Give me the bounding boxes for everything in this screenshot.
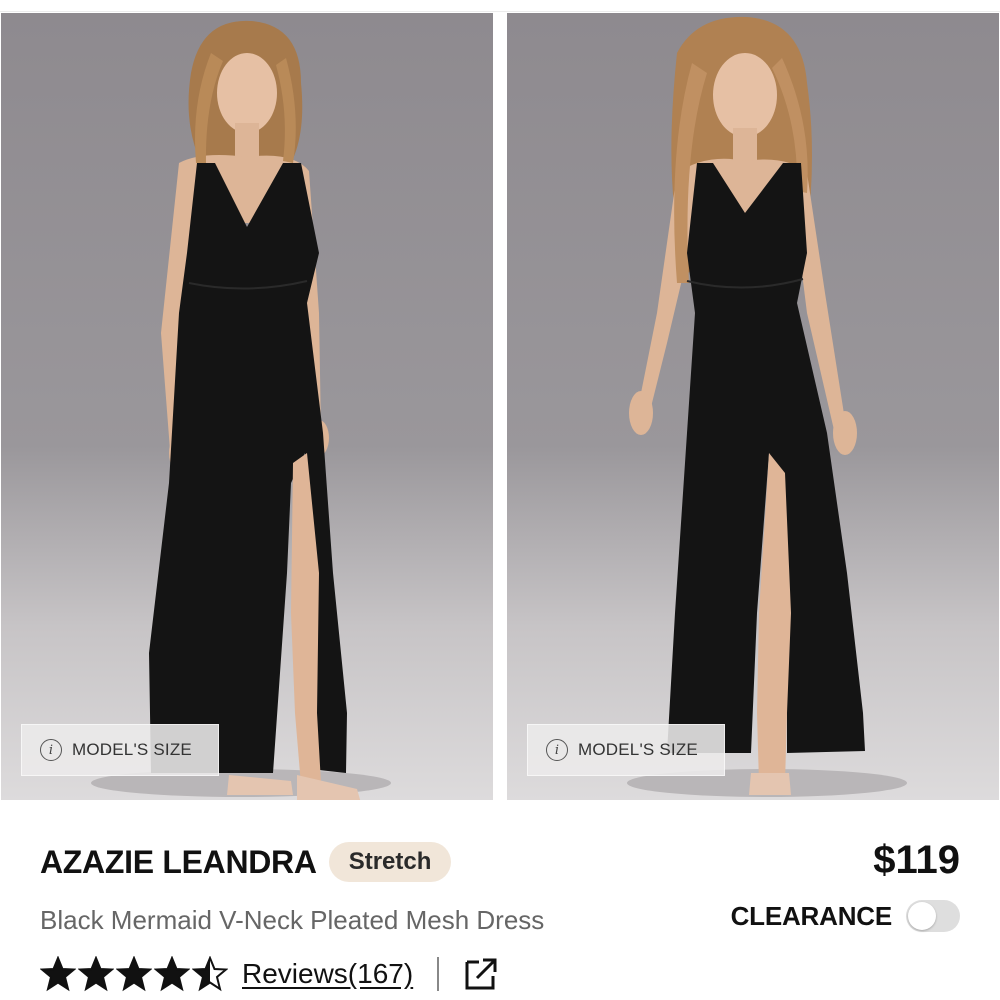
star-icon bbox=[116, 956, 152, 992]
reviews-link[interactable]: Reviews(167) bbox=[242, 958, 413, 990]
star-icon bbox=[40, 956, 76, 992]
model-size-label: MODEL'S SIZE bbox=[578, 740, 698, 759]
brand-row: AZAZIE LEANDRA Stretch bbox=[40, 842, 452, 882]
model-illustration-right bbox=[627, 16, 907, 797]
product-photo-front[interactable]: i MODEL'S SIZE bbox=[1, 13, 493, 800]
product-subtitle: Black Mermaid V-Neck Pleated Mesh Dress bbox=[40, 905, 545, 935]
divider bbox=[437, 957, 440, 991]
product-brand: AZAZIE LEANDRA bbox=[40, 843, 317, 880]
product-photo-side[interactable]: i MODEL'S SIZE bbox=[507, 13, 999, 800]
model-illustration-left bbox=[91, 20, 391, 800]
toggle-knob bbox=[908, 902, 936, 930]
star-icon bbox=[78, 956, 114, 992]
model-size-label: MODEL'S SIZE bbox=[72, 740, 192, 759]
product-price: $119 bbox=[873, 838, 960, 882]
info-icon: i bbox=[40, 739, 62, 761]
rating-row: Reviews(167) bbox=[40, 953, 499, 995]
clearance-row: CLEARANCE bbox=[731, 900, 960, 932]
clearance-label: CLEARANCE bbox=[730, 900, 893, 931]
top-divider bbox=[0, 0, 1000, 12]
info-icon: i bbox=[546, 739, 568, 761]
star-rating bbox=[40, 956, 228, 992]
model-size-button[interactable]: i MODEL'S SIZE bbox=[527, 724, 725, 776]
star-icon bbox=[154, 956, 190, 992]
star-icon bbox=[192, 956, 228, 992]
external-link-icon[interactable] bbox=[463, 956, 499, 992]
model-size-button[interactable]: i MODEL'S SIZE bbox=[21, 724, 219, 776]
clearance-toggle[interactable] bbox=[906, 900, 960, 932]
stretch-badge: Stretch bbox=[328, 842, 452, 882]
